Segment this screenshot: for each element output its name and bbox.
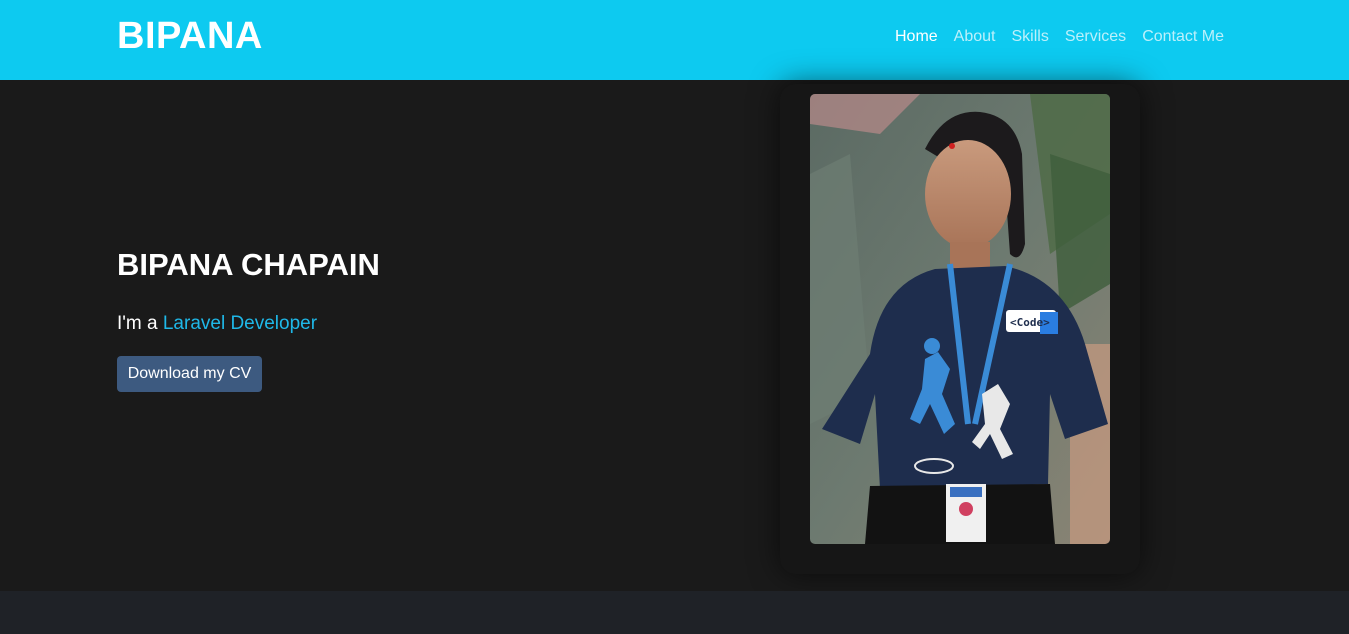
nav-link-contact[interactable]: Contact Me <box>1142 28 1224 46</box>
nav-link-skills[interactable]: Skills <box>1011 28 1048 46</box>
profile-photo: <Code> <box>810 94 1110 544</box>
nav-links: Home About Skills Services Contact Me <box>895 28 1224 46</box>
next-section-band <box>0 591 1349 634</box>
hero-tagline: I'm a Laravel Developer <box>117 313 317 335</box>
hero-section: BIPANA CHAPAIN I'm a Laravel Developer D… <box>0 80 1349 591</box>
photo-badge-text: <Code> <box>1010 316 1050 329</box>
brand-logo[interactable]: BIPANA <box>117 15 263 58</box>
nav-link-services[interactable]: Services <box>1065 28 1126 46</box>
hero-name: BIPANA CHAPAIN <box>117 247 380 282</box>
navbar: BIPANA Home About Skills Services Contac… <box>0 0 1349 80</box>
nav-link-about[interactable]: About <box>954 28 996 46</box>
tagline-role: Laravel Developer <box>162 313 318 334</box>
nav-link-home[interactable]: Home <box>895 28 938 46</box>
download-cv-button[interactable]: Download my CV <box>117 356 262 392</box>
tagline-prefix: I'm a <box>117 313 163 334</box>
